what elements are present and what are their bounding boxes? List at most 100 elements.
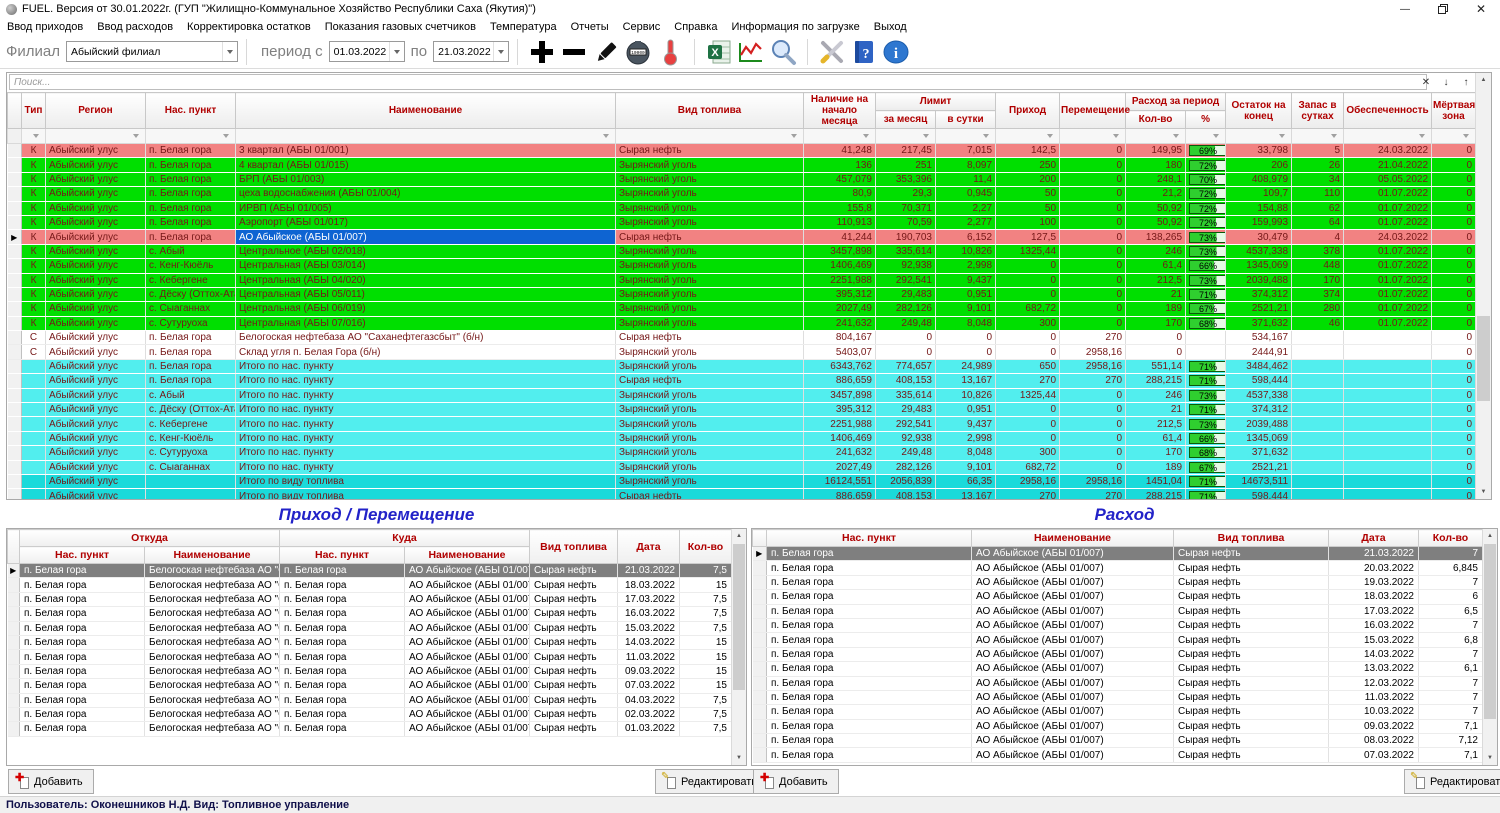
table-row[interactable]: п. Белая гораБелогоская нефтебаза АО "Са… [8, 578, 732, 592]
table-row[interactable]: п. Белая гораАО Абыйское (АБЫ 01/007)Сыр… [753, 690, 1483, 704]
chart-button[interactable] [735, 37, 767, 67]
menu-item-7[interactable]: Сервис [616, 18, 668, 35]
restore-button[interactable] [1424, 0, 1462, 18]
filter-dropdown-icon[interactable] [1110, 131, 1122, 142]
settings-button[interactable] [816, 37, 848, 67]
incoming-add-button[interactable]: ✚ Добавить [8, 769, 94, 794]
table-row[interactable]: п. Белая гораАО Абыйское (АБЫ 01/007)Сыр… [753, 633, 1483, 647]
table-row[interactable]: ▶п. Белая гораБелогоская нефтебаза АО "С… [8, 564, 732, 578]
col-region[interactable]: Регион [46, 93, 146, 129]
scroll-up-icon[interactable]: ▲ [1483, 529, 1497, 543]
col-limit-day[interactable]: в сутки [936, 111, 996, 129]
branch-combobox[interactable]: Абыйский филиал [66, 41, 238, 62]
table-row[interactable]: п. Белая гораБелогоская нефтебаза АО "Са… [8, 635, 732, 649]
clear-search-icon[interactable]: ✕ [1417, 74, 1435, 90]
table-row[interactable]: Абыйский улусс. КебергенеИтого по нас. п… [8, 417, 1476, 431]
table-row[interactable]: п. Белая гораАО Абыйское (АБЫ 01/007)Сыр… [753, 748, 1483, 762]
col-qty[interactable]: Кол-во [680, 530, 732, 564]
table-row[interactable]: п. Белая гораАО Абыйское (АБЫ 01/007)Сыр… [753, 604, 1483, 618]
col-punkt[interactable]: Нас. пункт [767, 530, 972, 547]
filter-dropdown-icon[interactable] [30, 131, 42, 142]
menu-item-8[interactable]: Справка [667, 18, 724, 35]
table-row[interactable]: Абыйский улусс. Дёску (Оттох-Атах)Итого … [8, 403, 1476, 417]
table-row[interactable]: п. Белая гораАО Абыйское (АБЫ 01/007)Сыр… [753, 575, 1483, 589]
table-row[interactable]: п. Белая гораАО Абыйское (АБЫ 01/007)Сыр… [753, 618, 1483, 632]
table-row[interactable]: КАбыйский улусп. Белая горацеха водоснаб… [8, 187, 1476, 201]
table-row[interactable]: КАбыйский улусп. Белая гораБРП (АБЫ 01/0… [8, 172, 1476, 186]
table-row[interactable]: КАбыйский улусс. АбыйЦентральное (АБЫ 02… [8, 244, 1476, 258]
filter-dropdown-icon[interactable] [1044, 131, 1056, 142]
table-row[interactable]: п. Белая гораБелогоская нефтебаза АО "Са… [8, 722, 732, 736]
scroll-down-icon[interactable]: ▼ [1476, 485, 1491, 499]
edit-record-button[interactable] [590, 37, 622, 67]
table-row[interactable]: п. Белая гораАО Абыйское (АБЫ 01/007)Сыр… [753, 561, 1483, 575]
col-nalichie[interactable]: Наличие на начало месяца [804, 93, 876, 129]
col-limit-month[interactable]: за месяц [876, 111, 936, 129]
table-row[interactable]: ▶КАбыйский улусп. Белая гораАО Абыйское … [8, 230, 1476, 244]
table-row[interactable]: Абыйский улусИтого по виду топливаСырая … [8, 489, 1476, 499]
filter-dropdown-icon[interactable] [788, 131, 800, 142]
incoming-scrollbar[interactable]: ▲ ▼ [731, 529, 746, 765]
scrollbar-thumb[interactable] [1484, 544, 1496, 719]
table-row[interactable]: Абыйский улусс. СыаганнахИтого по нас. п… [8, 460, 1476, 474]
menu-item-5[interactable]: Температура [483, 18, 564, 35]
table-row[interactable]: Абыйский улусИтого по виду топливаЗырянс… [8, 474, 1476, 488]
filter-dropdown-icon[interactable] [1210, 131, 1222, 142]
filter-dropdown-icon[interactable] [600, 131, 612, 142]
col-prihod[interactable]: Приход [996, 93, 1060, 129]
col-kolvo[interactable]: Кол-во [1126, 111, 1186, 129]
col-date[interactable]: Дата [618, 530, 680, 564]
export-excel-button[interactable]: X [703, 37, 735, 67]
col-from-name[interactable]: Наименование [145, 547, 280, 564]
col-fuel[interactable]: Вид топлива [616, 93, 804, 129]
table-row[interactable]: п. Белая гораБелогоская нефтебаза АО "Са… [8, 650, 732, 664]
add-record-button[interactable] [526, 37, 558, 67]
table-row[interactable]: Абыйский улусп. Белая гораИтого по нас. … [8, 359, 1476, 373]
table-row[interactable]: КАбыйский улусп. Белая гораИРВП (АБЫ 01/… [8, 201, 1476, 215]
col-fuel[interactable]: Вид топлива [530, 530, 618, 564]
table-row[interactable]: п. Белая гораАО Абыйское (АБЫ 01/007)Сыр… [753, 719, 1483, 733]
col-zapas[interactable]: Запас в сутках [1292, 93, 1344, 129]
table-row[interactable]: п. Белая гораБелогоская нефтебаза АО "Са… [8, 693, 732, 707]
col-pct[interactable]: % [1186, 111, 1226, 129]
help-button[interactable]: ? [848, 37, 880, 67]
outgoing-scrollbar[interactable]: ▲ ▼ [1482, 529, 1497, 765]
col-qty[interactable]: Кол-во [1419, 530, 1483, 547]
table-row[interactable]: п. Белая гораБелогоская нефтебаза АО "Са… [8, 621, 732, 635]
scrollbar-thumb[interactable] [1477, 316, 1490, 401]
minimize-button[interactable]: — [1386, 0, 1424, 18]
menu-item-1[interactable]: Ввод приходов [0, 18, 90, 35]
table-row[interactable]: п. Белая гораАО Абыйское (АБЫ 01/007)Сыр… [753, 662, 1483, 676]
main-vertical-scrollbar[interactable]: ▲ ▼ [1475, 73, 1491, 499]
outgoing-add-button[interactable]: ✚ Добавить [753, 769, 839, 794]
table-row[interactable]: КАбыйский улусс. СутуруохаЦентральная (А… [8, 316, 1476, 330]
close-button[interactable]: ✕ [1462, 0, 1500, 18]
col-peremeshenie[interactable]: Перемещение [1060, 93, 1126, 129]
table-row[interactable]: ▶п. Белая гораАО Абыйское (АБЫ 01/007)Сы… [753, 547, 1483, 561]
filter-dropdown-icon[interactable] [1416, 131, 1428, 142]
table-row[interactable]: КАбыйский улусп. Белая гораАэропорт (АБЫ… [8, 215, 1476, 229]
table-row[interactable]: п. Белая гораАО Абыйское (АБЫ 01/007)Сыр… [753, 676, 1483, 690]
info-button[interactable]: i [880, 37, 912, 67]
menu-item-2[interactable]: Ввод расходов [90, 18, 180, 35]
table-row[interactable]: КАбыйский улусс. Кенг-КюёльЦентральная (… [8, 259, 1476, 273]
menu-item-4[interactable]: Показания газовых счетчиков [318, 18, 483, 35]
col-to-name[interactable]: Наименование [405, 547, 530, 564]
table-row[interactable]: Абыйский улусп. Белая гораИтого по нас. … [8, 374, 1476, 388]
table-row[interactable]: п. Белая гораБелогоская нефтебаза АО "Са… [8, 679, 732, 693]
period-from-combobox[interactable]: 01.03.2022 [329, 41, 405, 62]
col-obespechennost[interactable]: Обеспеченность [1344, 93, 1432, 129]
incoming-edit-button[interactable]: ✎ Редактировать [655, 769, 768, 794]
filter-dropdown-icon[interactable] [1276, 131, 1288, 142]
scroll-up-icon[interactable]: ▲ [732, 529, 746, 543]
scroll-down-icon[interactable]: ▼ [732, 751, 746, 765]
outgoing-edit-button[interactable]: ✎ Редактировать [1404, 769, 1500, 794]
table-row[interactable]: КАбыйский улусс. Дёску (Оттох-Атах)Центр… [8, 287, 1476, 301]
filter-dropdown-icon[interactable] [1328, 131, 1340, 142]
meter-button[interactable]: 10000 [622, 37, 654, 67]
search-input[interactable] [9, 74, 1427, 90]
menu-item-6[interactable]: Отчеты [564, 18, 616, 35]
table-row[interactable]: п. Белая гораБелогоская нефтебаза АО "Са… [8, 592, 732, 606]
menu-item-10[interactable]: Выход [867, 18, 914, 35]
col-date[interactable]: Дата [1329, 530, 1419, 547]
